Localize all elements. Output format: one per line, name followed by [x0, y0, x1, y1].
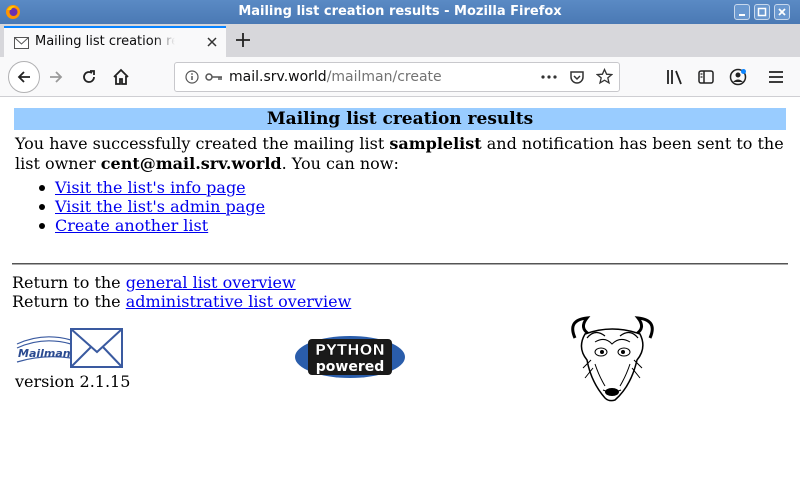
horizontal-divider — [12, 263, 788, 265]
maximize-button[interactable] — [754, 4, 770, 20]
owner-email: cent@mail.srv.world — [100, 154, 282, 173]
reload-icon[interactable] — [81, 69, 97, 85]
page-title: Mailing list creation results — [14, 108, 786, 130]
minimize-icon — [739, 14, 745, 16]
pocket-icon[interactable] — [569, 69, 585, 85]
address-bar[interactable]: mail.srv.world/mailman/create — [174, 62, 620, 92]
general-overview-link[interactable]: general list overview — [126, 273, 296, 292]
mailman-logo[interactable]: Mailman — [15, 326, 125, 371]
bullet — [39, 223, 45, 229]
new-tab-icon[interactable] — [234, 31, 252, 49]
next-steps-list: Visit the list's info page Visit the lis… — [35, 178, 265, 235]
tab-close-icon[interactable] — [206, 36, 218, 48]
home-icon[interactable] — [112, 68, 130, 86]
minimize-button[interactable] — [734, 4, 750, 20]
admin-overview-link[interactable]: administrative list overview — [126, 292, 352, 311]
url-text[interactable]: mail.srv.world/mailman/create — [229, 69, 442, 85]
return-general-line: Return to the general list overview — [12, 273, 351, 292]
close-icon — [778, 8, 786, 16]
create-another-list-link[interactable]: Create another list — [55, 216, 208, 235]
admin-page-link[interactable]: Visit the list's admin page — [55, 197, 265, 216]
gnu-head-logo[interactable] — [565, 316, 660, 402]
list-name: samplelist — [389, 134, 482, 153]
window-titlebar: Mailing list creation results - Mozilla … — [0, 0, 800, 24]
page-content: Mailing list creation results You have s… — [0, 98, 800, 500]
bookmark-star-icon[interactable] — [596, 68, 613, 85]
maximize-icon — [757, 7, 767, 17]
url-path: /mailman/create — [326, 69, 442, 85]
python-powered-logo[interactable]: PYTHON powered — [294, 335, 406, 379]
account-icon[interactable] — [729, 68, 747, 86]
info-page-link[interactable]: Visit the list's info page — [55, 178, 246, 197]
close-window-button[interactable] — [774, 4, 790, 20]
tab-strip: Mailing list creation results — [0, 24, 800, 57]
page-actions-icon[interactable] — [541, 75, 557, 79]
bullet — [39, 204, 45, 210]
mailman-logo-text: Mailman — [18, 347, 71, 360]
library-icon[interactable] — [666, 69, 684, 85]
list-item: Visit the list's info page — [35, 178, 265, 197]
return-admin-line: Return to the administrative list overvi… — [12, 292, 351, 311]
success-message: You have successfully created the mailin… — [15, 134, 790, 174]
forward-arrow-icon[interactable] — [48, 69, 64, 85]
info-icon[interactable] — [185, 70, 199, 84]
powered-logo-text: powered — [316, 359, 385, 375]
sidebar-icon[interactable] — [698, 69, 714, 85]
return-links: Return to the general list overview Retu… — [12, 273, 351, 311]
message-text: . You can now: — [281, 154, 399, 173]
list-item: Visit the list's admin page — [35, 197, 265, 216]
url-host: mail.srv.world — [229, 69, 327, 85]
python-logo-text: PYTHON — [315, 341, 385, 359]
back-arrow-icon — [17, 71, 30, 83]
mail-icon — [14, 37, 29, 49]
hamburger-menu-icon[interactable] — [768, 70, 784, 84]
tab-label: Mailing list creation results — [35, 34, 175, 49]
return-prefix: Return to the — [12, 292, 126, 311]
bullet — [39, 185, 45, 191]
message-text: You have successfully created the mailin… — [15, 134, 390, 153]
key-icon[interactable] — [205, 71, 223, 83]
return-prefix: Return to the — [12, 273, 126, 292]
back-button[interactable] — [8, 61, 40, 93]
tab-active[interactable]: Mailing list creation results — [4, 26, 226, 57]
window-title: Mailing list creation results - Mozilla … — [238, 4, 562, 19]
version-text: version 2.1.15 — [15, 372, 131, 391]
list-item: Create another list — [35, 216, 265, 235]
navigation-toolbar: mail.srv.world/mailman/create — [0, 57, 800, 97]
